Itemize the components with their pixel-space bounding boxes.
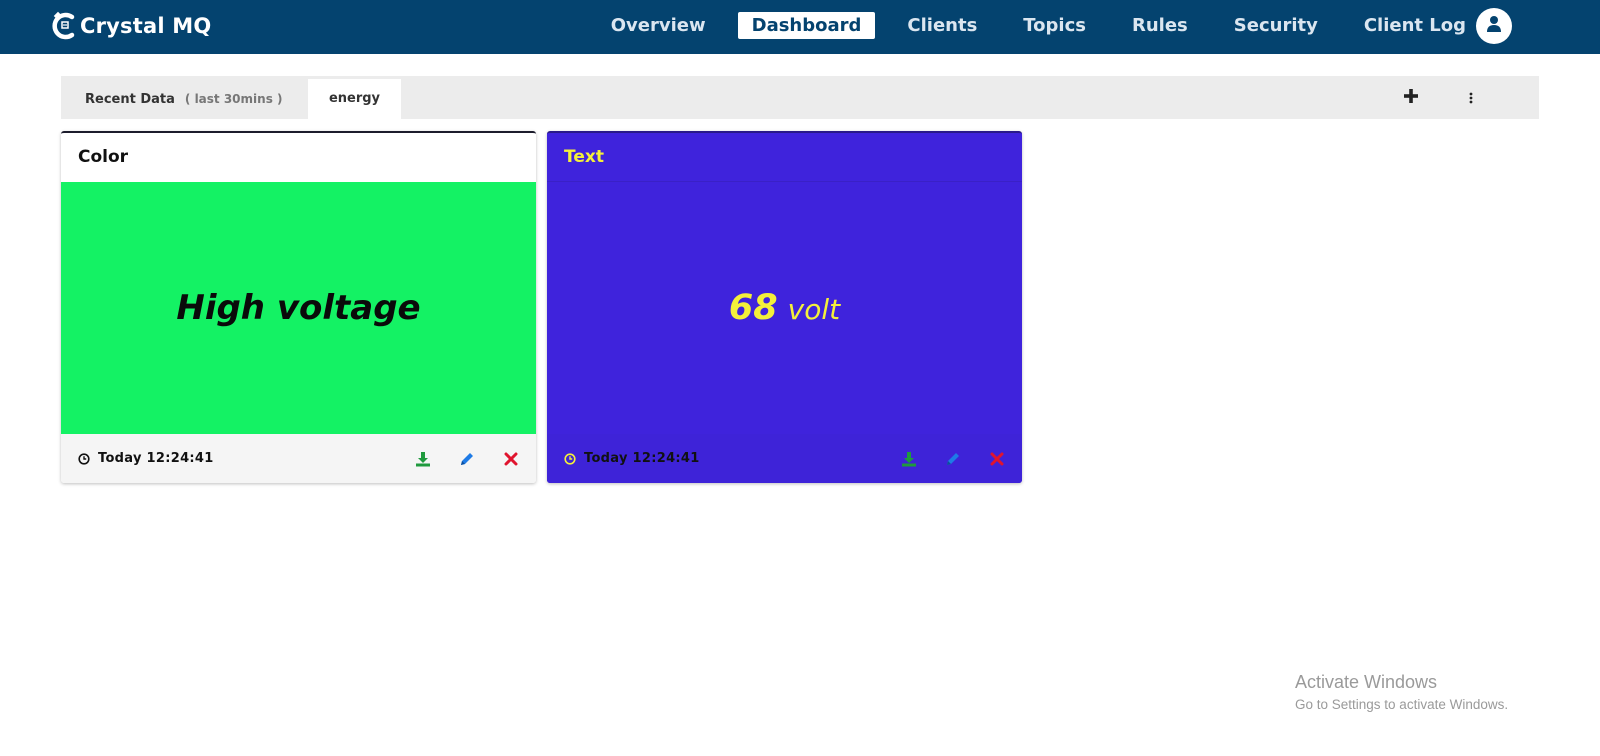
tab-recent-sublabel: ( last 30mins ) xyxy=(184,92,283,106)
plus-icon xyxy=(1403,88,1419,108)
text-widget-unit: volt xyxy=(787,293,841,326)
edit-icon[interactable] xyxy=(944,450,962,468)
color-widget: Color High voltage Today 12:24:41 xyxy=(61,131,536,483)
add-widget-button[interactable] xyxy=(1397,84,1425,112)
vertical-dots-icon xyxy=(1469,89,1473,108)
nav-overview[interactable]: Overview xyxy=(597,12,720,39)
text-widget-value-group: 68 volt xyxy=(729,288,840,328)
top-navbar: Crystal MQ Overview Dashboard Clients To… xyxy=(0,0,1600,54)
watermark-subtitle: Go to Settings to activate Windows. xyxy=(1295,697,1509,712)
nav-security[interactable]: Security xyxy=(1220,12,1332,39)
user-avatar-button[interactable] xyxy=(1476,8,1512,44)
text-widget-timestamp: Today 12:24:41 xyxy=(584,451,700,466)
crystal-logo-icon xyxy=(52,11,78,41)
text-widget-actions xyxy=(874,450,1006,468)
text-widget-title: Text xyxy=(547,133,1022,182)
nav-topics[interactable]: Topics xyxy=(1009,12,1100,39)
text-widget-value: 68 xyxy=(728,288,778,328)
clock-icon xyxy=(564,452,576,465)
text-widget-footer: Today 12:24:41 xyxy=(547,434,1022,483)
watermark-title: Activate Windows xyxy=(1295,672,1438,692)
color-widget-title: Color xyxy=(78,147,129,167)
color-widget-body: High voltage xyxy=(61,182,536,434)
color-widget-actions xyxy=(388,450,520,468)
color-widget-value: High voltage xyxy=(176,288,421,328)
color-widget-footer: Today 12:24:41 xyxy=(61,434,536,483)
color-widget-timestamp: Today 12:24:41 xyxy=(98,451,214,466)
delete-icon[interactable] xyxy=(988,450,1006,468)
delete-icon[interactable] xyxy=(502,450,520,468)
dashboard-tab-strip: Recent Data ( last 30mins ) energy xyxy=(61,76,1539,119)
download-icon[interactable] xyxy=(414,450,432,468)
brand-name: Crystal MQ xyxy=(80,14,212,38)
activate-windows-watermark: Activate Windows Go to Settings to activ… xyxy=(1295,672,1508,712)
user-icon xyxy=(1486,15,1502,37)
nav-client-log[interactable]: Client Log xyxy=(1350,12,1480,39)
nav-clients[interactable]: Clients xyxy=(893,12,991,39)
tab-energy[interactable]: energy xyxy=(308,79,401,119)
clock-icon xyxy=(78,452,90,465)
nav-dashboard[interactable]: Dashboard xyxy=(737,12,876,39)
download-icon[interactable] xyxy=(900,450,918,468)
nav-rules[interactable]: Rules xyxy=(1118,12,1202,39)
brand[interactable]: Crystal MQ xyxy=(52,6,211,46)
more-options-button[interactable] xyxy=(1457,84,1485,112)
tab-recent-data[interactable]: Recent Data ( last 30mins ) xyxy=(61,79,308,119)
text-widget-body: 68 volt xyxy=(547,182,1022,434)
tab-recent-label: Recent Data xyxy=(85,92,175,107)
edit-icon[interactable] xyxy=(458,450,476,468)
text-widget: Text 68 volt Today 12:24:41 xyxy=(547,131,1022,483)
main-nav: Overview Dashboard Clients Topics Rules … xyxy=(579,12,1480,39)
